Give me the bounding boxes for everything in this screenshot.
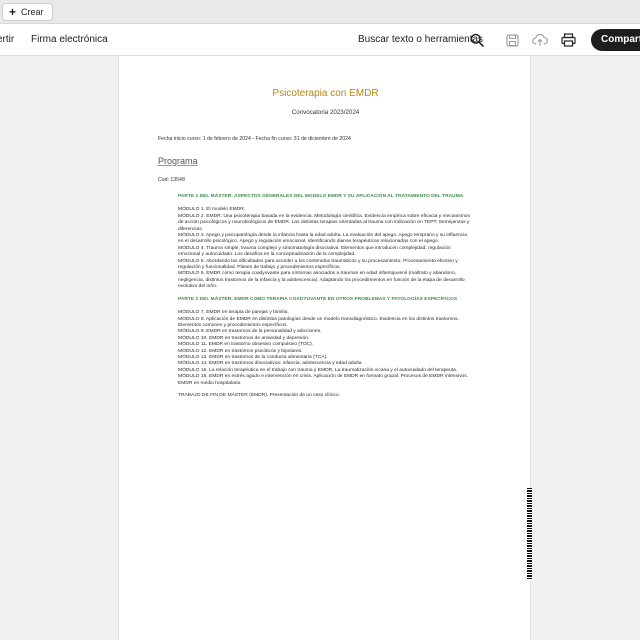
create-label: Crear bbox=[21, 7, 44, 17]
print-icon[interactable] bbox=[560, 32, 576, 48]
module-item: MÓDULO 3. Apego y psicopatología desde l… bbox=[178, 233, 468, 245]
module-item: MÓDULO 5. Abordando las dificultades par… bbox=[178, 258, 458, 271]
module-item: MÓDULO 16. EMDR en estrés agudo e interv… bbox=[178, 374, 469, 386]
module-item: MÓDULO 8. Aplicación de EMDR en distinta… bbox=[178, 316, 459, 328]
plus-icon: + bbox=[9, 5, 17, 19]
sign-tool[interactable]: Firma electrónica bbox=[31, 24, 108, 56]
barcode bbox=[527, 488, 532, 580]
top-bar: + Crear bbox=[0, 0, 640, 24]
toolbar: ertir Firma electrónica Buscar texto o h… bbox=[0, 24, 640, 56]
document-viewer[interactable]: Psicoterapia con EMDR Convocatoria 2023/… bbox=[0, 56, 640, 640]
upload-icon[interactable] bbox=[532, 32, 548, 48]
module-item: MÓDULO 4. Trauma simple, trauma complejo… bbox=[178, 245, 451, 258]
module-item: MÓDULO 2. EMDR: Una psicoterapia basada … bbox=[178, 213, 470, 232]
module-item: MÓDULO 6. EMDR como terapia coadyuvante … bbox=[178, 271, 465, 290]
document-page: Psicoterapia con EMDR Convocatoria 2023/… bbox=[118, 56, 532, 640]
share-button[interactable]: Compartir bbox=[591, 29, 640, 51]
course-dates: Fecha inicio curso: 1 de febrero de 2024… bbox=[158, 136, 351, 142]
convert-tool[interactable]: ertir bbox=[0, 24, 14, 56]
course-code: Cod: 13548 bbox=[158, 177, 185, 183]
create-button[interactable]: + Crear bbox=[2, 3, 53, 21]
document-subtitle: Convocatoria 2023/2024 bbox=[291, 109, 360, 116]
save-icon[interactable] bbox=[504, 32, 520, 48]
part1-heading: PARTE 1 DEL MÁSTER: ASPECTOS GENERALES D… bbox=[178, 194, 464, 199]
programa-heading: Programa bbox=[158, 156, 198, 166]
document-title: Psicoterapia con EMDR bbox=[272, 88, 379, 99]
search-icon[interactable] bbox=[469, 32, 485, 48]
part2-heading: PARTE 2 DEL MÁSTER: EMDR COMO TERAPIA CO… bbox=[178, 296, 458, 302]
program-content: PARTE 1 DEL MÁSTER: ASPECTOS GENERALES D… bbox=[178, 194, 472, 399]
search-tools-label[interactable]: Buscar texto o herramientas bbox=[358, 24, 483, 56]
final-project: TRABAJO DE FIN DE MÁSTER (EMDR). Present… bbox=[178, 392, 340, 398]
